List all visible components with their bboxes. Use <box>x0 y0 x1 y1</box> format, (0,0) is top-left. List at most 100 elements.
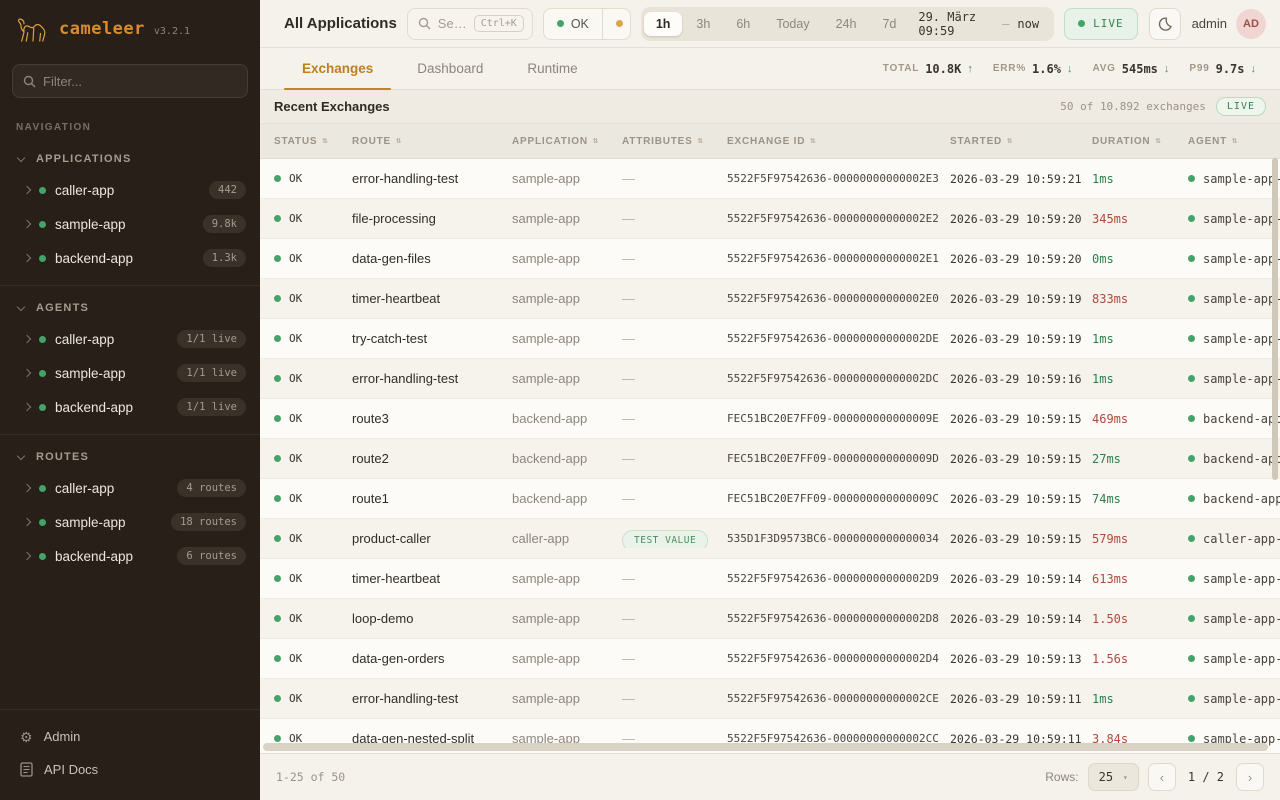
time-range-3h[interactable]: 3h <box>684 12 722 36</box>
column-header-attributes[interactable]: ATTRIBUTES⇅ <box>622 136 727 147</box>
status-cell: OK <box>274 532 352 545</box>
column-header-status[interactable]: STATUS⇅ <box>274 136 352 147</box>
sidebar-filter[interactable] <box>12 64 248 98</box>
sidebar-item-routes-backend-app[interactable]: backend-app6 routes <box>0 539 260 573</box>
table-row[interactable]: OKerror-handling-testsample-app—5522F5F9… <box>260 679 1280 719</box>
agent-cell: backend-app-1 <box>1188 412 1280 426</box>
status-filter-wa[interactable]: Wa <box>602 9 631 39</box>
time-range-1h[interactable]: 1h <box>644 12 683 36</box>
logo: cameleer v3.2.1 <box>0 0 260 60</box>
sidebar-item-applications-sample-app[interactable]: sample-app9.8k <box>0 207 260 241</box>
search-icon <box>418 17 431 30</box>
table-row[interactable]: OKfile-processingsample-app—5522F5F97542… <box>260 199 1280 239</box>
sidebar-sections: APPLICATIONScaller-app442sample-app9.8kb… <box>0 137 260 709</box>
sidebar-item-routes-caller-app[interactable]: caller-app4 routes <box>0 471 260 505</box>
attributes-cell: — <box>622 490 727 508</box>
sidebar-item-applications-caller-app[interactable]: caller-app442 <box>0 173 260 207</box>
trend-down-icon: ↓ <box>1164 63 1170 75</box>
agent-dot-icon <box>1188 215 1195 222</box>
column-header-started[interactable]: STARTED⇅ <box>950 136 1092 147</box>
stat-label: AVG <box>1092 63 1115 74</box>
status-label: OK <box>289 652 302 665</box>
time-range-6h[interactable]: 6h <box>724 12 762 36</box>
table-row[interactable]: OKroute3backend-app—FEC51BC20E7FF09-0000… <box>260 399 1280 439</box>
route-cell: product-caller <box>352 531 512 546</box>
section-header-applications[interactable]: APPLICATIONS <box>0 143 260 173</box>
sidebar-item-agents-sample-app[interactable]: sample-app1/1 live <box>0 356 260 390</box>
user-menu[interactable]: admin AD <box>1192 9 1266 39</box>
agent-cell: sample-app-1 <box>1188 172 1280 186</box>
sidebar-item-agents-caller-app[interactable]: caller-app1/1 live <box>0 322 260 356</box>
rows-per-page-select[interactable]: 25 ▾ <box>1088 763 1139 791</box>
started-cell: 2026-03-29 10:59:19 <box>950 292 1092 306</box>
column-header-duration[interactable]: DURATION⇅ <box>1092 136 1188 147</box>
duration-cell: 1.56s <box>1092 652 1188 666</box>
sidebar-item-agents-backend-app[interactable]: backend-app1/1 live <box>0 390 260 424</box>
table-row[interactable]: OKerror-handling-testsample-app—5522F5F9… <box>260 359 1280 399</box>
live-toggle-button[interactable]: LIVE <box>1064 8 1138 40</box>
status-filter-ok[interactable]: OK <box>544 9 602 39</box>
table-row[interactable]: OKdata-gen-filessample-app—5522F5F975426… <box>260 239 1280 279</box>
column-header-agent[interactable]: AGENT⇅ <box>1188 136 1280 147</box>
horizontal-scrollbar[interactable] <box>263 743 1268 751</box>
table-row[interactable]: OKloop-demosample-app—5522F5F97542636-00… <box>260 599 1280 639</box>
vertical-scrollbar[interactable] <box>1272 158 1278 480</box>
attributes-cell: — <box>622 570 727 588</box>
started-cell: 2026-03-29 10:59:15 <box>950 452 1092 466</box>
tab-runtime[interactable]: Runtime <box>509 48 595 89</box>
table-row[interactable]: OKtry-catch-testsample-app—5522F5F975426… <box>260 319 1280 359</box>
sidebar-item-applications-backend-app[interactable]: backend-app1.3k <box>0 241 260 275</box>
table-row[interactable]: OKdata-gen-orderssample-app—5522F5F97542… <box>260 639 1280 679</box>
agent-cell: sample-app-1 <box>1188 692 1280 706</box>
time-range-7d[interactable]: 7d <box>870 12 908 36</box>
section-header-routes[interactable]: ROUTES <box>0 441 260 471</box>
status-dot-icon <box>616 20 623 27</box>
agent-cell: sample-app-1 <box>1188 572 1280 586</box>
panel-header-right: 50 of 10.892 exchanges LIVE <box>1060 97 1266 116</box>
next-page-button[interactable]: › <box>1236 763 1264 791</box>
application-cell: sample-app <box>512 291 622 306</box>
tab-exchanges[interactable]: Exchanges <box>284 48 391 89</box>
table-row[interactable]: OKroute1backend-app—FEC51BC20E7FF09-0000… <box>260 479 1280 519</box>
sidebar-item-admin[interactable]: ⚙ Admin <box>0 720 260 753</box>
route-cell: error-handling-test <box>352 371 512 386</box>
attributes-cell: — <box>622 370 727 388</box>
agent-label: backend-app-1 <box>1203 452 1280 466</box>
date-range-picker[interactable]: 29. März 09:59 — now <box>910 10 1051 38</box>
avatar: AD <box>1236 9 1266 39</box>
tab-dashboard[interactable]: Dashboard <box>399 48 501 89</box>
table-row[interactable]: OKproduct-callercaller-appTEST VALUE535D… <box>260 519 1280 559</box>
status-filter-label: OK <box>571 17 589 31</box>
global-search[interactable]: Se… Ctrl+K <box>407 8 533 40</box>
prev-page-button[interactable]: ‹ <box>1148 763 1176 791</box>
table-row[interactable]: OKtimer-heartbeatsample-app—5522F5F97542… <box>260 279 1280 319</box>
live-status-badge: LIVE <box>1216 97 1266 116</box>
chevron-right-icon <box>23 484 31 492</box>
column-header-route[interactable]: ROUTE⇅ <box>352 136 512 147</box>
sidebar-item-routes-sample-app[interactable]: sample-app18 routes <box>0 505 260 539</box>
column-label: STATUS <box>274 136 317 147</box>
table-row[interactable]: OKtimer-heartbeatsample-app—5522F5F97542… <box>260 559 1280 599</box>
column-header-application[interactable]: APPLICATION⇅ <box>512 136 622 147</box>
time-range-today[interactable]: Today <box>764 12 821 36</box>
section-header-agents[interactable]: AGENTS <box>0 292 260 322</box>
ok-dot-icon <box>274 175 281 182</box>
agent-label: sample-app-1 <box>1203 692 1280 706</box>
live-dot-icon <box>1078 20 1085 27</box>
nav-section-routes: ROUTEScaller-app4 routessample-app18 rou… <box>0 435 260 583</box>
ok-dot-icon <box>274 335 281 342</box>
table-row[interactable]: OKroute2backend-app—FEC51BC20E7FF09-0000… <box>260 439 1280 479</box>
table-row[interactable]: OKerror-handling-testsample-app—5522F5F9… <box>260 159 1280 199</box>
exchange-id-cell: 5522F5F97542636-00000000000002D8 <box>727 612 950 625</box>
route-cell: loop-demo <box>352 611 512 626</box>
sort-icon: ⇅ <box>396 136 402 146</box>
dark-mode-toggle[interactable] <box>1149 8 1181 40</box>
filter-input[interactable] <box>43 74 223 89</box>
column-header-exchange-id[interactable]: EXCHANGE ID⇅ <box>727 136 950 147</box>
nav-item-badge: 4 routes <box>177 479 246 497</box>
route-cell: route3 <box>352 411 512 426</box>
nav-item-label: caller-app <box>55 183 114 198</box>
sidebar-item-api-docs[interactable]: API Docs <box>0 753 260 786</box>
time-range-24h[interactable]: 24h <box>824 12 869 36</box>
status-label: OK <box>289 492 302 505</box>
